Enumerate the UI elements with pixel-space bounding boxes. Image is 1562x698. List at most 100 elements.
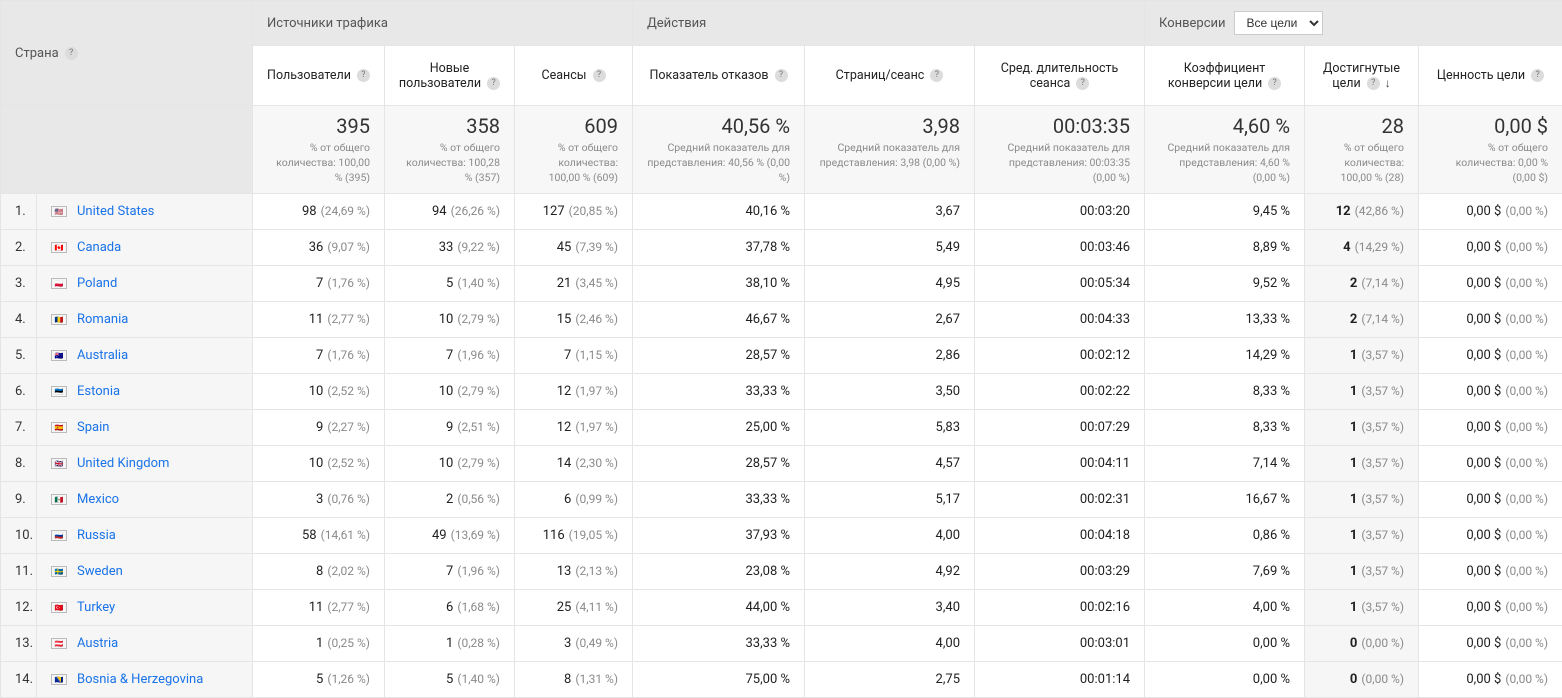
row-index: 2. (1, 230, 37, 266)
table-row: 2.🇨🇦Canada36(9,07 %)33(9,22 %)45(7,39 %)… (1, 230, 1562, 266)
table-row: 13.🇦🇹Austria1(0,25 %)1(0,28 %)3(0,49 %)3… (1, 626, 1562, 662)
users-cell: 98(24,69 %) (253, 194, 385, 230)
conv-cell: 9,52 % (1145, 266, 1305, 302)
goals-select[interactable]: Все цели (1234, 11, 1323, 35)
row-index: 13. (1, 626, 37, 662)
sessions-cell: 14(2,30 %) (515, 446, 633, 482)
sessions-cell: 116(19,05 %) (515, 518, 633, 554)
goals-cell: 1(3,57 %) (1305, 590, 1419, 626)
country-link[interactable]: Russia (77, 528, 116, 543)
pps-cell: 4,00 (805, 626, 975, 662)
goals-cell: 1(3,57 %) (1305, 338, 1419, 374)
country-cell: 🇷🇴Romania (37, 302, 253, 338)
row-index: 12. (1, 590, 37, 626)
new-users-cell: 49(13,69 %) (385, 518, 515, 554)
value-cell: 0,00 $(0,00 %) (1419, 230, 1562, 266)
flag-icon: 🇦🇹 (51, 638, 67, 649)
header-new-users[interactable]: Новые пользователи? (385, 46, 515, 106)
row-index: 9. (1, 482, 37, 518)
row-index: 10. (1, 518, 37, 554)
help-icon[interactable]: ? (487, 77, 500, 90)
header-goal-value[interactable]: Ценность цели? (1419, 46, 1562, 106)
row-index: 4. (1, 302, 37, 338)
conv-cell: 14,29 % (1145, 338, 1305, 374)
pps-cell: 4,57 (805, 446, 975, 482)
country-link[interactable]: Romania (77, 312, 128, 327)
header-goals-done[interactable]: Достигнутые цели?↓ (1305, 46, 1419, 106)
summary-bounce: 40,56 %Средний показатель для представле… (633, 106, 805, 194)
header-duration[interactable]: Сред. длительность сеанса? (975, 46, 1145, 106)
goals-cell: 1(3,57 %) (1305, 554, 1419, 590)
country-link[interactable]: United States (77, 204, 154, 219)
new-users-cell: 5(1,40 %) (385, 266, 515, 302)
duration-cell: 00:07:29 (975, 410, 1145, 446)
summary-users: 395% от общего количества: 100,00 % (395… (253, 106, 385, 194)
goals-cell: 1(3,57 %) (1305, 482, 1419, 518)
conv-cell: 7,14 % (1145, 446, 1305, 482)
header-country[interactable]: Страна? (1, 1, 253, 106)
help-icon[interactable]: ? (775, 69, 788, 82)
users-cell: 10(2,52 %) (253, 446, 385, 482)
country-link[interactable]: Bosnia & Herzegovina (77, 672, 203, 687)
pps-cell: 4,95 (805, 266, 975, 302)
help-icon[interactable]: ? (65, 47, 78, 60)
bounce-cell: 44,00 % (633, 590, 805, 626)
header-users[interactable]: Пользователи? (253, 46, 385, 106)
country-cell: 🇷🇺Russia (37, 518, 253, 554)
help-icon[interactable]: ? (1367, 77, 1380, 90)
flag-icon: 🇺🇸 (51, 206, 67, 217)
new-users-cell: 33(9,22 %) (385, 230, 515, 266)
country-link[interactable]: Estonia (77, 384, 120, 399)
country-link[interactable]: Australia (77, 348, 128, 363)
country-cell: 🇧🇦Bosnia & Herzegovina (37, 662, 253, 698)
help-icon[interactable]: ? (593, 69, 606, 82)
table-row: 6.🇪🇪Estonia10(2,52 %)10(2,79 %)12(1,97 %… (1, 374, 1562, 410)
country-link[interactable]: Turkey (77, 600, 115, 615)
header-sessions[interactable]: Сеансы? (515, 46, 633, 106)
table-row: 12.🇹🇷Turkey11(2,77 %)6(1,68 %)25(4,11 %)… (1, 590, 1562, 626)
country-link[interactable]: Canada (77, 240, 121, 255)
pps-cell: 3,50 (805, 374, 975, 410)
header-bounce[interactable]: Показатель отказов? (633, 46, 805, 106)
sessions-cell: 15(2,46 %) (515, 302, 633, 338)
sessions-cell: 3(0,49 %) (515, 626, 633, 662)
new-users-cell: 1(0,28 %) (385, 626, 515, 662)
help-icon[interactable]: ? (930, 69, 943, 82)
conv-cell: 8,89 % (1145, 230, 1305, 266)
table-row: 3.🇵🇱Poland7(1,76 %)5(1,40 %)21(3,45 %)38… (1, 266, 1562, 302)
sessions-cell: 21(3,45 %) (515, 266, 633, 302)
summary-new-users: 358% от общего количества: 100,28 % (357… (385, 106, 515, 194)
summary-conv: 4,60 %Средний показатель для представлен… (1145, 106, 1305, 194)
goals-cell: 12(42,86 %) (1305, 194, 1419, 230)
country-link[interactable]: Sweden (77, 564, 123, 579)
table-row: 9.🇲🇽Mexico3(0,76 %)2(0,56 %)6(0,99 %)33,… (1, 482, 1562, 518)
value-cell: 0,00 $(0,00 %) (1419, 590, 1562, 626)
country-link[interactable]: Austria (77, 636, 118, 651)
bounce-cell: 37,93 % (633, 518, 805, 554)
sessions-cell: 6(0,99 %) (515, 482, 633, 518)
summary-goals: 28% от общего количества: 100,00 % (28) (1305, 106, 1419, 194)
row-index: 11. (1, 554, 37, 590)
duration-cell: 00:03:29 (975, 554, 1145, 590)
duration-cell: 00:03:01 (975, 626, 1145, 662)
duration-cell: 00:02:12 (975, 338, 1145, 374)
header-pps[interactable]: Страниц/сеанс? (805, 46, 975, 106)
country-cell: 🇨🇦Canada (37, 230, 253, 266)
help-icon[interactable]: ? (1268, 77, 1281, 90)
help-icon[interactable]: ? (1531, 69, 1544, 82)
flag-icon: 🇬🇧 (51, 458, 67, 469)
country-link[interactable]: Spain (77, 420, 109, 435)
row-index: 5. (1, 338, 37, 374)
flag-icon: 🇸🇪 (51, 566, 67, 577)
country-cell: 🇪🇪Estonia (37, 374, 253, 410)
help-icon[interactable]: ? (1076, 77, 1089, 90)
summary-row: 395% от общего количества: 100,00 % (395… (1, 106, 1562, 194)
help-icon[interactable]: ? (357, 69, 370, 82)
country-link[interactable]: United Kingdom (77, 456, 169, 471)
conv-cell: 0,00 % (1145, 662, 1305, 698)
country-link[interactable]: Poland (77, 276, 117, 291)
header-conv-rate[interactable]: Коэффициент конверсии цели? (1145, 46, 1305, 106)
country-link[interactable]: Mexico (77, 492, 119, 507)
pps-cell: 4,00 (805, 518, 975, 554)
summary-value: 0,00 $% от общего количества: 0,00 % (0,… (1419, 106, 1562, 194)
